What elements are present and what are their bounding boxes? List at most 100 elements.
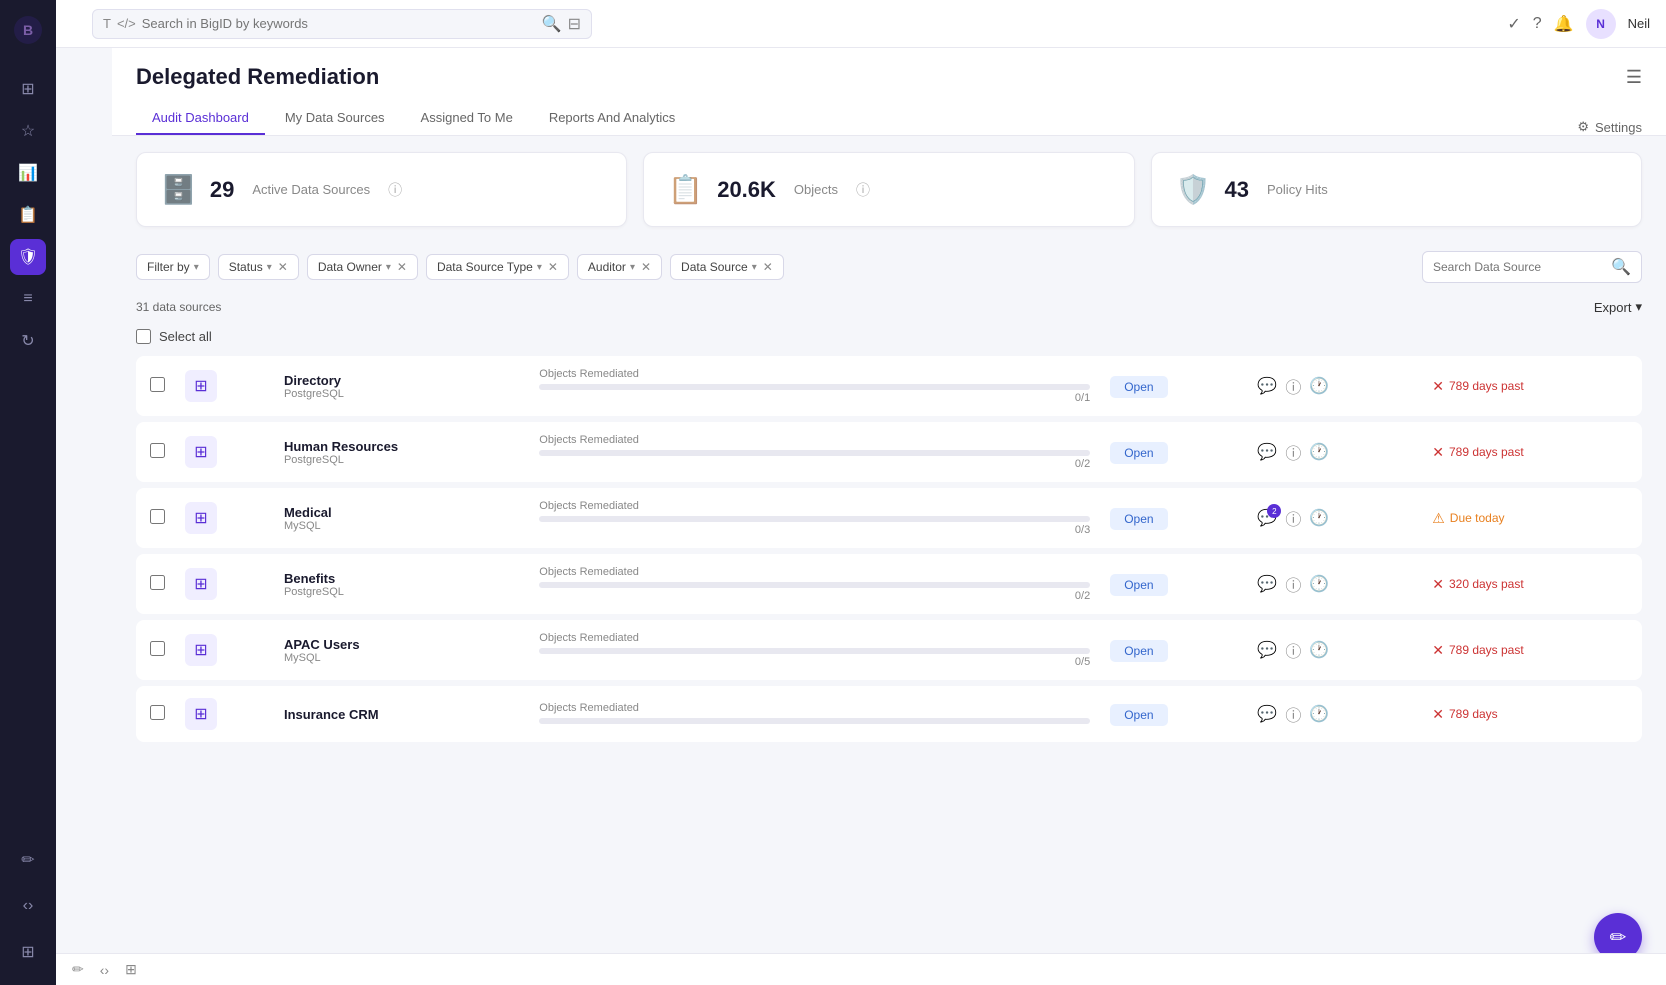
action-icons-cell: 💬 ⓘ 🕐 — [1247, 620, 1422, 680]
status-badge[interactable]: Open — [1110, 376, 1167, 398]
status-badge[interactable]: Open — [1110, 508, 1167, 530]
tab-assigned-to-me[interactable]: Assigned To Me — [405, 102, 529, 135]
clock-icon[interactable]: 🕐 — [1309, 704, 1329, 724]
check-icon[interactable]: ✓ — [1507, 14, 1520, 34]
sidebar-item-collapse[interactable]: ‹› — [10, 888, 46, 924]
info-icon[interactable]: ⓘ — [1285, 440, 1301, 464]
action-icons-cell: 💬 ⓘ 🕐 — [1247, 356, 1422, 416]
info-icon[interactable]: ⓘ — [1285, 506, 1301, 530]
comment-icon[interactable]: 💬 — [1257, 640, 1277, 660]
stat-label-ds: Active Data Sources — [252, 182, 370, 197]
filter-dataowner-chip[interactable]: Data Owner ▾ ✕ — [307, 254, 418, 280]
error-icon: ✕ — [1432, 378, 1444, 395]
row-checkbox[interactable] — [150, 641, 165, 656]
datasource-icon: 🗄️ — [161, 173, 196, 206]
info-icon[interactable]: ⓘ — [1285, 638, 1301, 662]
info-icon[interactable]: ⓘ — [1285, 572, 1301, 596]
status-badge[interactable]: Open — [1110, 442, 1167, 464]
info-icon[interactable]: ⓘ — [1285, 702, 1301, 726]
export-button[interactable]: Export ▾ — [1594, 299, 1642, 315]
progress-count: 0/2 — [539, 590, 1090, 602]
sidebar-item-report[interactable]: 📋 — [10, 197, 46, 233]
filter-auditor-chip[interactable]: Auditor ▾ ✕ — [577, 254, 662, 280]
search-datasource-input[interactable] — [1433, 260, 1605, 274]
close-icon[interactable]: ✕ — [397, 260, 407, 274]
chevron-down-icon: ▾ — [194, 262, 199, 273]
filter-by-label: Filter by — [147, 260, 190, 274]
grid-icon[interactable]: ⊞ — [125, 961, 137, 978]
ds-db-type: PostgreSQL — [284, 586, 519, 598]
due-text: 320 days past — [1449, 577, 1524, 591]
sidebar-item-star[interactable]: ☆ — [10, 113, 46, 149]
info-icon-objects[interactable]: ⓘ — [856, 180, 870, 200]
clock-icon[interactable]: 🕐 — [1309, 640, 1329, 660]
comment-icon[interactable]: 💬 — [1257, 376, 1277, 396]
help-icon[interactable]: ? — [1533, 15, 1542, 33]
clock-icon[interactable]: 🕐 — [1309, 376, 1329, 396]
status-badge[interactable]: Open — [1110, 704, 1167, 726]
search-icon[interactable]: 🔍 — [542, 14, 562, 34]
search-datasource-box[interactable]: 🔍 — [1422, 251, 1642, 283]
stat-label-objects: Objects — [794, 182, 838, 197]
sidebar-item-edit[interactable]: ✏ — [10, 842, 46, 878]
topbar-search-container[interactable]: T </> 🔍 ⊟ — [92, 9, 592, 39]
page-title: Delegated Remediation — [136, 64, 379, 90]
comment-icon[interactable]: 💬 — [1257, 574, 1277, 594]
settings-button[interactable]: ⚙ Settings — [1577, 119, 1642, 135]
due-cell: ✕ 789 days past — [1422, 620, 1642, 680]
progress-count: 0/5 — [539, 656, 1090, 668]
menu-icon[interactable]: ☰ — [1626, 67, 1642, 88]
due-text: 789 days — [1449, 707, 1498, 721]
row-checkbox[interactable] — [150, 575, 165, 590]
sidebar-item-apps[interactable]: ⊞ — [10, 934, 46, 970]
clock-icon[interactable]: 🕐 — [1309, 508, 1329, 528]
sidebar-item-list[interactable]: ≡ — [10, 281, 46, 317]
select-all-row: Select all — [136, 323, 1642, 350]
ds-type-icon: ⊞ — [185, 568, 217, 600]
sidebar-item-shield[interactable]: 🛡 — [10, 239, 46, 275]
filter-datasource-chip[interactable]: Data Source ▾ ✕ — [670, 254, 784, 280]
status-badge[interactable]: Open — [1110, 640, 1167, 662]
arrows-icon[interactable]: ‹› — [100, 962, 109, 978]
info-icon[interactable]: ⓘ — [1285, 374, 1301, 398]
sidebar-item-refresh[interactable]: ↻ — [10, 323, 46, 359]
filter-icon[interactable]: ⊟ — [568, 14, 581, 34]
table-row: ⊞ Human Resources PostgreSQL Objects Rem… — [136, 422, 1642, 482]
topbar-search-input[interactable] — [142, 16, 536, 31]
row-checkbox[interactable] — [150, 377, 165, 392]
avatar[interactable]: N — [1586, 9, 1616, 39]
filter-status-chip[interactable]: Status ▾ ✕ — [218, 254, 299, 280]
app-logo[interactable]: B — [10, 12, 46, 48]
filter-dstype-chip[interactable]: Data Source Type ▾ ✕ — [426, 254, 569, 280]
row-checkbox[interactable] — [150, 443, 165, 458]
topbar: T </> 🔍 ⊟ ✓ ? 🔔 N Neil — [56, 0, 1666, 48]
select-all-checkbox[interactable] — [136, 329, 151, 344]
ds-type-icon: ⊞ — [185, 698, 217, 730]
bell-icon[interactable]: 🔔 — [1554, 14, 1574, 34]
action-icons-cell: 💬 ⓘ 🕐 — [1247, 686, 1422, 742]
due-text: 789 days past — [1449, 445, 1524, 459]
tab-reports-analytics[interactable]: Reports And Analytics — [533, 102, 691, 135]
tab-audit-dashboard[interactable]: Audit Dashboard — [136, 102, 265, 135]
pencil-icon[interactable]: ✏ — [72, 961, 84, 978]
comment-icon[interactable]: 💬 — [1257, 704, 1277, 724]
close-icon[interactable]: ✕ — [278, 260, 288, 274]
row-checkbox[interactable] — [150, 705, 165, 720]
close-icon[interactable]: ✕ — [641, 260, 651, 274]
search-icon[interactable]: 🔍 — [1611, 257, 1631, 277]
status-badge[interactable]: Open — [1110, 574, 1167, 596]
edit-icon: ✏ — [1610, 925, 1627, 950]
close-icon[interactable]: ✕ — [548, 260, 558, 274]
row-checkbox[interactable] — [150, 509, 165, 524]
comment-icon[interactable]: 💬 — [1257, 442, 1277, 462]
close-icon[interactable]: ✕ — [763, 260, 773, 274]
comment-icon[interactable]: 💬2 — [1257, 508, 1277, 528]
user-name[interactable]: Neil — [1628, 16, 1650, 31]
clock-icon[interactable]: 🕐 — [1309, 442, 1329, 462]
filter-by-chip[interactable]: Filter by ▾ — [136, 254, 210, 280]
tab-my-data-sources[interactable]: My Data Sources — [269, 102, 401, 135]
clock-icon[interactable]: 🕐 — [1309, 574, 1329, 594]
sidebar-item-chart[interactable]: 📊 — [10, 155, 46, 191]
info-icon-ds[interactable]: ⓘ — [388, 180, 402, 200]
sidebar-item-grid[interactable]: ⊞ — [10, 71, 46, 107]
